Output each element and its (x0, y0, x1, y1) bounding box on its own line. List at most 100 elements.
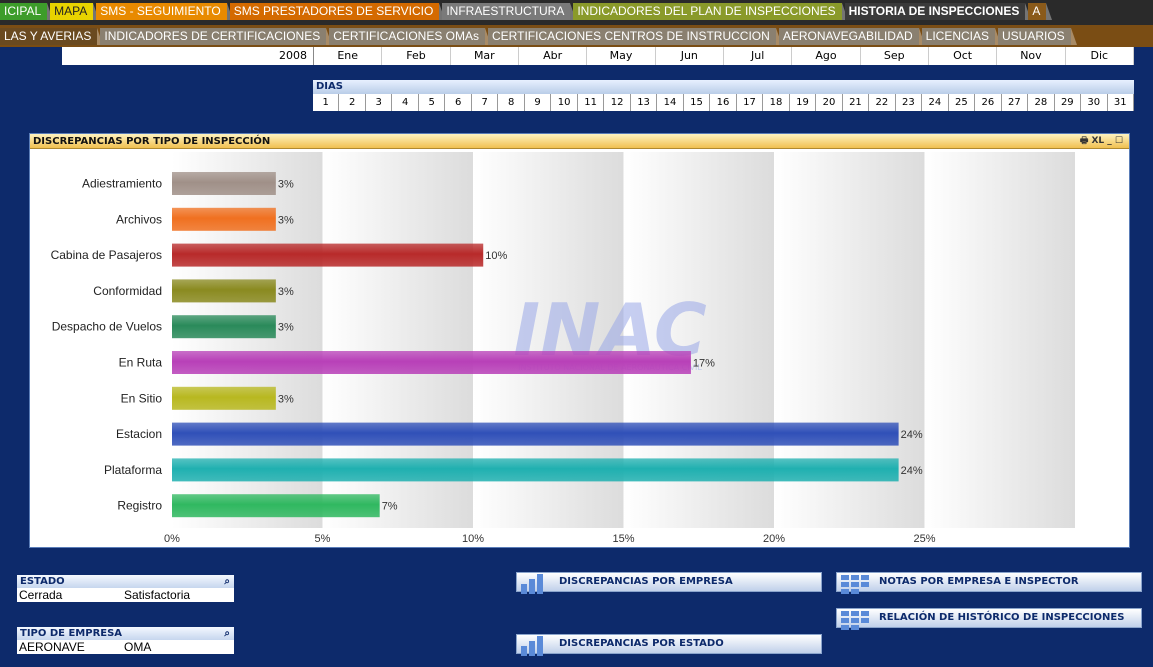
bar[interactable] (172, 207, 276, 231)
bar[interactable] (172, 172, 276, 195)
month-cell[interactable]: May (587, 47, 656, 65)
data-label: 10% (485, 250, 507, 262)
day-cell[interactable]: 2 (339, 94, 366, 111)
day-cell[interactable]: 9 (525, 94, 552, 111)
day-cell[interactable]: 25 (949, 94, 976, 111)
day-cell[interactable]: 24 (922, 94, 949, 111)
day-selector-header: DIAS (313, 80, 1134, 94)
day-cell[interactable]: 5 (419, 94, 446, 111)
day-cell[interactable]: 18 (763, 94, 790, 111)
tab-infraestructura[interactable]: INFRAESTRUCTURA (442, 3, 577, 20)
month-cell[interactable]: Jun (656, 47, 724, 65)
month-selector: 2008 Ene Feb Mar Abr May Jun Jul Ago Sep Oct Nov Di… (62, 47, 1134, 65)
day-cell[interactable]: 31 (1108, 94, 1135, 111)
day-cell[interactable]: 7 (472, 94, 499, 111)
estado-value[interactable]: Cerrada (17, 588, 122, 602)
bar[interactable] (172, 315, 276, 339)
estado-value[interactable]: Satisfactoria (122, 588, 190, 602)
tab-sms-prestadores-de-servicio[interactable]: SMS PRESTADORES DE SERVICIO (229, 3, 445, 20)
day-cell[interactable]: 12 (604, 94, 631, 111)
table-icon (841, 611, 869, 630)
bar-chart-icon (521, 574, 543, 594)
bar[interactable] (172, 494, 380, 518)
month-cell[interactable]: Feb (382, 47, 451, 65)
day-cell[interactable]: 28 (1028, 94, 1055, 111)
day-cell[interactable]: 21 (843, 94, 870, 111)
day-cell[interactable]: 26 (975, 94, 1002, 111)
month-cell[interactable]: Ene (314, 47, 383, 65)
tab-las-y-averias[interactable]: LAS Y AVERIAS (0, 28, 104, 45)
bar[interactable] (172, 279, 276, 303)
bar[interactable] (172, 422, 899, 446)
tab-indicadores-de-certificaciones[interactable]: INDICADORES DE CERTIFICACIONES (100, 28, 333, 45)
day-cell[interactable]: 15 (684, 94, 711, 111)
month-cell[interactable]: Abr (519, 47, 588, 65)
tab-indicadores-del-plan-de-inspecciones[interactable]: INDICADORES DEL PLAN DE INSPECCIONES (573, 3, 848, 20)
bar[interactable] (172, 458, 899, 482)
data-label: 7% (382, 501, 398, 513)
day-cell[interactable]: 23 (896, 94, 923, 111)
bar[interactable] (172, 243, 484, 267)
month-cell[interactable]: Sep (861, 47, 929, 65)
tab-icipal[interactable]: ICIPAL (0, 3, 54, 20)
category-label: Conformidad (93, 284, 162, 298)
day-cell[interactable]: 6 (445, 94, 472, 111)
data-label: 3% (278, 214, 294, 226)
panel-controls[interactable]: 🖶 XL _ ☐ (1080, 134, 1123, 149)
day-cell[interactable]: 29 (1055, 94, 1082, 111)
estado-values[interactable]: Cerrada Satisfactoria (17, 588, 234, 602)
month-cell[interactable]: Oct (929, 47, 998, 65)
relacion-historico-button[interactable]: RELACIÓN DE HISTÓRICO DE INSPECCIONES (836, 608, 1142, 630)
year-cell[interactable]: 2008 (62, 47, 314, 65)
search-icon[interactable]: ⌕ (224, 575, 230, 588)
day-cell[interactable]: 3 (366, 94, 393, 111)
day-cell[interactable]: 16 (710, 94, 737, 111)
day-cell[interactable]: 27 (1002, 94, 1029, 111)
discrepancias-por-estado-button[interactable]: DISCREPANCIAS POR ESTADO (516, 634, 822, 656)
day-cell[interactable]: 4 (392, 94, 419, 111)
table-icon (841, 575, 869, 594)
data-label: 24% (901, 429, 923, 441)
day-cell[interactable]: 10 (551, 94, 578, 111)
tipo-empresa-values[interactable]: AERONAVE OMA (17, 640, 234, 654)
tab-aeronavegabilidad[interactable]: AERONAVEGABILIDAD (778, 28, 925, 45)
tab-sms-seguimiento[interactable]: SMS - SEGUIMIENTO (96, 3, 234, 20)
tab-certificaciones-centros-de-instruccion[interactable]: CERTIFICACIONES CENTROS DE INSTRUCCION (488, 28, 782, 45)
month-cell[interactable]: Ago (792, 47, 861, 65)
month-cell[interactable]: Nov (997, 47, 1066, 65)
day-cell[interactable]: 22 (869, 94, 896, 111)
month-cell[interactable]: Dic (1066, 47, 1134, 65)
day-cell[interactable]: 8 (498, 94, 525, 111)
bar[interactable] (172, 386, 276, 410)
bar[interactable] (172, 351, 691, 374)
tab-certificaciones-omas[interactable]: CERTIFICACIONES OMAs (329, 28, 491, 45)
category-label: Registro (117, 499, 162, 513)
grid-band (924, 152, 1075, 528)
notas-por-empresa-button[interactable]: NOTAS POR EMPRESA E INSPECTOR (836, 572, 1142, 594)
day-cell[interactable]: 1 (313, 94, 340, 111)
button-label: DISCREPANCIAS POR ESTADO (559, 638, 724, 649)
tab-a[interactable]: A (1028, 3, 1053, 20)
tab-mapa[interactable]: MAPA (50, 3, 100, 20)
day-cell[interactable]: 20 (816, 94, 843, 111)
day-cell[interactable]: 30 (1081, 94, 1108, 111)
month-cell[interactable]: Jul (724, 47, 793, 65)
day-cell[interactable]: 13 (631, 94, 658, 111)
day-cell[interactable]: 11 (578, 94, 605, 111)
day-cell[interactable]: 19 (790, 94, 817, 111)
day-cell[interactable]: 14 (657, 94, 684, 111)
tab-bar-primary: ICIPAL MAPA SMS - SEGUIMIENTO SMS PRESTADOR… (0, 3, 1153, 20)
x-tick-label: 0% (164, 533, 180, 545)
month-cell[interactable]: Mar (451, 47, 519, 65)
tipo-empresa-value[interactable]: AERONAVE (17, 640, 122, 654)
tab-historia-de-inspecciones[interactable]: HISTORIA DE INSPECCIONES (844, 3, 1032, 20)
discrepancias-por-empresa-button[interactable]: DISCREPANCIAS POR EMPRESA (516, 572, 822, 594)
tipo-empresa-value[interactable]: OMA (122, 640, 151, 654)
tab-usuarios[interactable]: USUARIOS (998, 28, 1077, 45)
day-cell[interactable]: 17 (737, 94, 764, 111)
search-icon[interactable]: ⌕ (224, 627, 230, 640)
category-label: Cabina de Pasajeros (51, 248, 162, 262)
tab-licencias[interactable]: LICENCIAS (921, 28, 1002, 45)
button-label: DISCREPANCIAS POR EMPRESA (559, 576, 733, 587)
estado-label: ESTADO (20, 576, 65, 587)
